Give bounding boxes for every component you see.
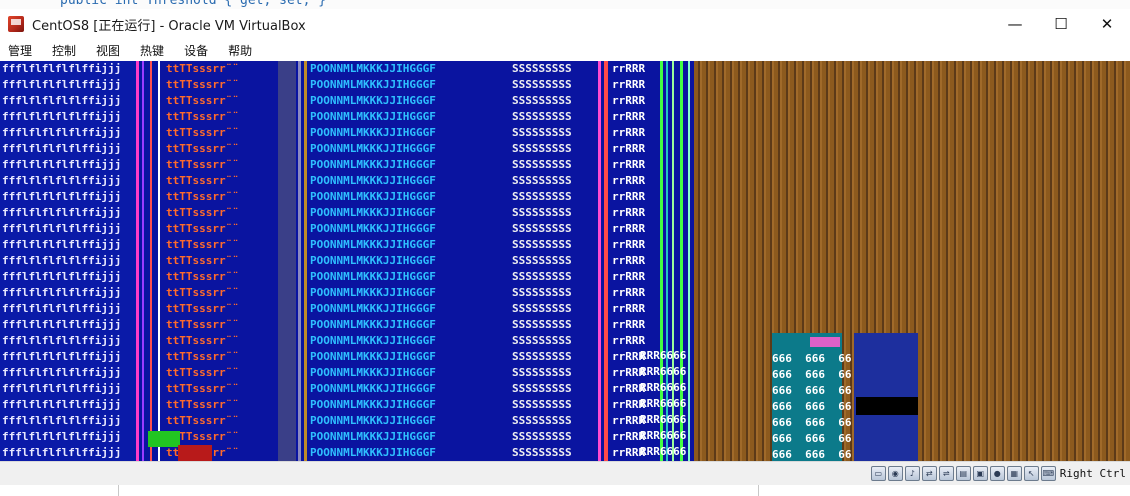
network-icon[interactable]: ⇄	[921, 466, 937, 481]
cpu-icon[interactable]: ▦	[1006, 466, 1022, 481]
glitch-text-d: SSSSSSSSS SSSSSSSSS SSSSSSSSS SSSSSSSSS …	[512, 62, 572, 459]
glitch-text-c: POONNMLMKKKJJIHGGGF POONNMLMKKKJJIHGGGF …	[310, 62, 436, 459]
glitch-block-red	[178, 445, 212, 461]
window-titlebar[interactable]: CentOS8 [正在运行] - Oracle VM VirtualBox — …	[0, 9, 1130, 39]
status-bar: ▭ ◉ ♪ ⇄ ⇌ ▤ ▣ ● ▦ ↖ ⌨ Right Ctrl	[0, 461, 1130, 485]
menu-hotkeys[interactable]: 热键	[140, 42, 164, 59]
glitch-region-gray	[278, 61, 296, 461]
maximize-button[interactable]: ☐	[1038, 9, 1084, 39]
hdd-icon[interactable]: ▭	[870, 466, 886, 481]
glitch-text-a: ffflflflflflffijjj ffflflflflflffijjj ff…	[2, 62, 122, 459]
window-title: CentOS8 [正在运行] - Oracle VM VirtualBox	[32, 18, 306, 34]
glitch-bar	[598, 61, 601, 461]
audio-icon[interactable]: ♪	[904, 466, 920, 481]
menu-bar: 管理 控制 视图 热键 设备 帮助	[0, 39, 1130, 61]
keyboard-icon[interactable]: ⌨	[1040, 466, 1056, 481]
usb-icon[interactable]: ⇌	[938, 466, 954, 481]
menu-help[interactable]: 帮助	[228, 42, 252, 59]
vm-display[interactable]: ffflflflflflffijjj ffflflflflflffijjj ff…	[0, 61, 1130, 461]
host-key-label: Right Ctrl	[1059, 467, 1126, 480]
window-controls: — ☐ ✕	[992, 9, 1130, 39]
background-window-strip	[0, 485, 1130, 496]
glitch-text-f: RRR6666 RRR6666 RRR6666 RRR6666 RRR6666 …	[640, 349, 687, 458]
menu-devices[interactable]: 设备	[184, 42, 208, 59]
glitch-bar	[158, 61, 160, 461]
recording-icon[interactable]: ●	[989, 466, 1005, 481]
glitch-bar	[136, 61, 139, 461]
optical-icon[interactable]: ◉	[887, 466, 903, 481]
glitch-block-green	[148, 431, 180, 447]
display-icon[interactable]: ▣	[972, 466, 988, 481]
menu-manage[interactable]: 管理	[8, 42, 32, 59]
glitch-text-b: ttTTsssrr¨¨ ttTTsssrr¨¨ ttTTsssrr¨¨ ttTT…	[166, 62, 239, 459]
divider	[118, 485, 119, 496]
glitch-block-black	[856, 397, 918, 415]
glitch-block-pink	[810, 337, 840, 347]
close-button[interactable]: ✕	[1084, 9, 1130, 39]
shared-folder-icon[interactable]: ▤	[955, 466, 971, 481]
virtualbox-icon	[8, 16, 24, 32]
glitch-bar	[150, 61, 152, 461]
glitch-bar	[304, 61, 307, 461]
glitch-bar	[604, 61, 608, 461]
divider	[758, 485, 759, 496]
minimize-button[interactable]: —	[992, 9, 1038, 39]
menu-control[interactable]: 控制	[52, 42, 76, 59]
glitch-bar	[142, 61, 144, 461]
background-editor: public int Threshold { get; set; }	[0, 0, 1130, 9]
background-code-line: public int Threshold { get; set; }	[60, 0, 327, 8]
glitch-bar	[298, 61, 301, 461]
mouse-icon[interactable]: ↖	[1023, 466, 1039, 481]
menu-view[interactable]: 视图	[96, 42, 120, 59]
